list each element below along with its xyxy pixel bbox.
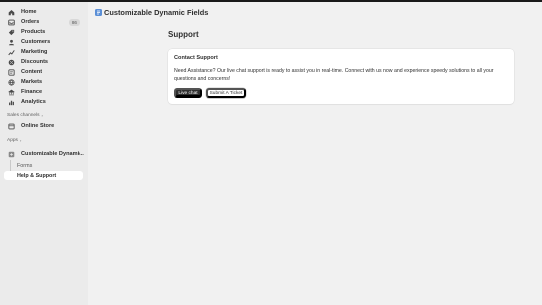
sidebar-item-content[interactable]: Content [4,67,84,77]
sidebar-sub-item-label: Help & Support [17,172,57,179]
sidebar-item-label: Markets [21,79,43,85]
card-title: Contact Support [174,55,218,61]
home-icon [8,9,15,16]
sidebar-item-online-store[interactable]: Online Store [4,121,84,131]
sidebar-item-marketing[interactable]: Marketing [4,47,84,57]
chevron-right-icon: › [41,113,43,118]
sidebar: Home Orders 86 Products Customers Market… [0,2,88,305]
products-icon [8,29,15,36]
sidebar-sub-item-forms[interactable]: Forms [4,161,83,170]
sidebar-item-label: Customers [21,39,51,45]
finance-icon [8,89,15,96]
sidebar-sub-item-help-support[interactable]: Help & Support [4,171,83,180]
submit-ticket-button[interactable]: Submit A Ticket [206,88,246,98]
apps-section[interactable]: Apps › [7,138,21,143]
sidebar-item-label: Customizable Dynami... [21,151,84,157]
app-logo-icon [95,9,102,16]
store-icon [8,123,15,130]
content-icon [8,68,15,76]
sidebar-item-label: Analytics [21,99,46,105]
marketing-icon [8,49,15,56]
contact-support-card: Contact Support Need Assistance? Our liv… [168,49,514,104]
sidebar-item-app[interactable]: Customizable Dynami... • [4,149,84,159]
sidebar-item-label: Online Store [21,123,55,129]
sidebar-item-label: Orders [21,19,40,25]
page-title: Support [168,30,199,39]
analytics-icon [8,99,15,106]
sidebar-sub-item-label: Forms [17,162,33,169]
sidebar-item-label: Marketing [21,49,48,55]
orders-icon [8,19,15,26]
orders-count-badge: 86 [68,18,80,26]
sidebar-item-customers[interactable]: Customers [4,37,84,47]
markets-icon [8,78,15,86]
customers-icon [8,39,15,46]
sidebar-item-home[interactable]: Home [4,7,84,17]
sidebar-item-products[interactable]: Products [4,27,84,37]
app-title: Customizable Dynamic Fields [104,8,209,17]
sidebar-item-finance[interactable]: Finance [4,87,84,97]
sidebar-item-discounts[interactable]: Discounts [4,57,84,67]
sidebar-item-markets[interactable]: Markets [4,77,84,87]
app-header: Customizable Dynamic Fields [95,8,208,17]
sales-channels-label: Sales channels [7,113,40,118]
apps-label: Apps [7,138,18,143]
pin-icon[interactable]: • [78,151,80,157]
sidebar-item-label: Home [21,9,37,15]
app-icon [8,151,15,158]
sidebar-item-label: Products [21,29,46,35]
card-description: Need Assistance? Our live chat support i… [174,68,494,82]
sidebar-item-label: Discounts [21,59,49,65]
discounts-icon [8,59,15,66]
live-chat-button[interactable]: Live chat [174,88,202,98]
sidebar-item-label: Content [21,69,43,75]
sidebar-item-analytics[interactable]: Analytics [4,97,84,107]
sales-channels-section[interactable]: Sales channels › [7,113,43,118]
chevron-right-icon: › [19,138,22,143]
main-content [88,2,542,305]
sidebar-item-orders[interactable]: Orders 86 [4,17,84,27]
sidebar-item-label: Finance [21,89,43,95]
